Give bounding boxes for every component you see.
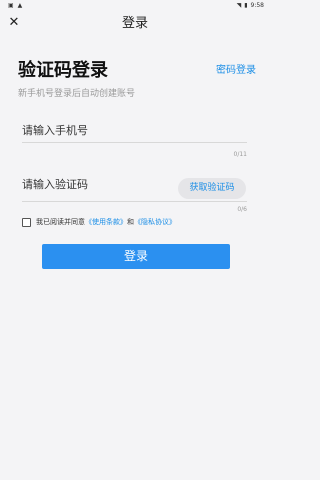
code-field: [22, 172, 172, 196]
agree-checkbox[interactable]: [22, 217, 31, 227]
agreement-and: 和: [127, 218, 134, 226]
code-counter: 0/6: [237, 206, 247, 213]
status-bar: ▣ ▲ ◥ ▮ 9:58: [0, 0, 270, 12]
subtitle: 新手机号登录后自动创建账号: [18, 89, 136, 99]
title-bar: ✕ 登录: [0, 12, 270, 36]
privacy-link[interactable]: 《隐私协议》: [134, 217, 176, 227]
phone-field: [22, 118, 247, 143]
a-icon: ▲: [17, 2, 23, 9]
battery-icon: ▮: [244, 2, 248, 9]
terms-link[interactable]: 《使用条款》: [85, 217, 127, 227]
get-code-button[interactable]: 获取验证码: [178, 178, 246, 199]
notification-icon: ▣: [8, 2, 14, 9]
password-login-link[interactable]: 密码登录: [216, 61, 256, 76]
agreement: 我已阅读并同意 《使用条款》 和 《隐私协议》: [22, 217, 176, 227]
status-time: 9:58: [250, 2, 264, 9]
agreement-prefix: 我已阅读并同意: [36, 218, 85, 226]
login-button[interactable]: 登录: [42, 244, 230, 269]
phone-input[interactable]: [22, 118, 172, 142]
wifi-icon: ◥: [236, 2, 242, 9]
page-title: 登录: [121, 16, 148, 31]
code-underline: [22, 201, 247, 202]
code-input[interactable]: [22, 172, 172, 196]
phone-counter: 0/11: [233, 151, 247, 158]
login-heading: 验证码登录: [18, 60, 108, 81]
